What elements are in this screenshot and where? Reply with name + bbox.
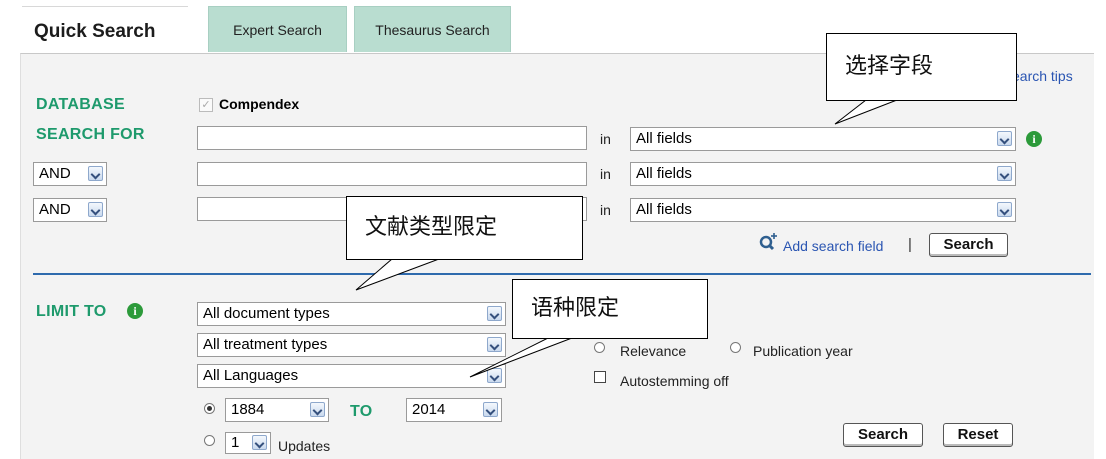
callout-select-field: 选择字段 [826,33,1017,101]
callout-language: 语种限定 [512,279,708,339]
callout-document-type: 文献类型限定 [346,196,583,260]
